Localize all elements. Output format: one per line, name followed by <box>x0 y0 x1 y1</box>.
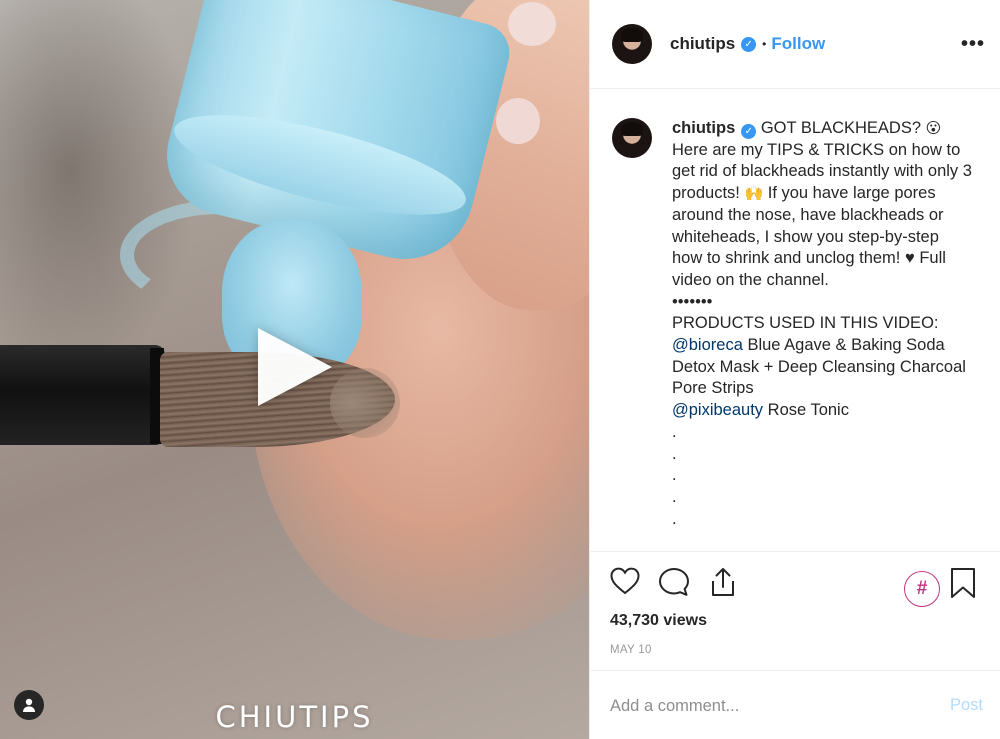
verified-badge-icon: ✓ <box>741 36 757 52</box>
caption-dot: . <box>672 487 677 506</box>
caption-avatar[interactable] <box>612 118 652 158</box>
caption-bullets: ••••••• <box>672 292 713 311</box>
share-icon[interactable] <box>708 566 738 598</box>
comment-input[interactable] <box>610 693 930 719</box>
caption-text: chiutips ✓ GOT BLACKHEADS? 😮 Here are my … <box>672 118 972 530</box>
bookmark-icon[interactable] <box>949 567 977 599</box>
comments-section[interactable]: chiutips ✓ GOT BLACKHEADS? 😮 Here are my … <box>590 90 1000 551</box>
post-actions: # 43,730 views MAY 10 <box>590 551 1000 670</box>
hashtag-icon[interactable]: # <box>904 571 940 607</box>
mention-link[interactable]: @pixibeauty <box>672 401 763 419</box>
media-nail <box>496 98 540 144</box>
speech-bubble-icon[interactable] <box>658 567 690 597</box>
verified-badge-icon: ✓ <box>741 124 757 140</box>
avatar[interactable] <box>612 24 652 64</box>
surprised-face-emoji-icon: 😮 <box>925 120 942 137</box>
separator-dot: • <box>762 37 767 51</box>
media-background <box>0 0 200 380</box>
caption-product-line-2: @pixibeauty Rose Tonic <box>672 400 972 422</box>
caption-dot: . <box>672 466 677 485</box>
follow-button[interactable]: Follow <box>771 34 825 54</box>
add-comment-form: Post <box>590 670 1000 739</box>
post-comment-button[interactable]: Post <box>950 696 983 715</box>
caption-username[interactable]: chiutips <box>672 119 735 137</box>
media-nail <box>508 2 556 46</box>
header-username[interactable]: chiutips <box>670 34 735 54</box>
post-media[interactable]: CHIUTIPS <box>0 0 589 739</box>
caption-product-line-1: @bioreca Blue Agave & Baking Soda Detox … <box>672 335 972 400</box>
heart-icon[interactable] <box>610 567 640 595</box>
post-date[interactable]: MAY 10 <box>610 644 652 656</box>
caption-intro: GOT BLACKHEADS? <box>756 119 926 137</box>
view-count[interactable]: 43,730 views <box>610 612 707 630</box>
more-options-icon[interactable]: ••• <box>961 34 985 54</box>
caption-dot: . <box>672 422 677 441</box>
caption-dot: . <box>672 509 677 528</box>
post-header: chiutips ✓ • Follow ••• <box>590 0 1000 89</box>
caption: chiutips ✓ GOT BLACKHEADS? 😮 Here are my … <box>612 118 979 530</box>
video-watermark: CHIUTIPS <box>215 700 374 734</box>
play-icon[interactable] <box>258 328 332 406</box>
media-brush-handle <box>0 345 165 445</box>
raised-hands-emoji-icon: 🙌 <box>744 185 764 203</box>
media-brush-tip <box>330 368 400 438</box>
mention-link[interactable]: @bioreca <box>672 336 743 354</box>
caption-products-heading: PRODUCTS USED IN THIS VIDEO: <box>672 314 939 333</box>
caption-dot: . <box>672 444 677 463</box>
post-side-panel: chiutips ✓ • Follow ••• chiutips ✓ GOT BL… <box>589 0 1000 739</box>
caption-product-2: Rose Tonic <box>763 401 849 420</box>
